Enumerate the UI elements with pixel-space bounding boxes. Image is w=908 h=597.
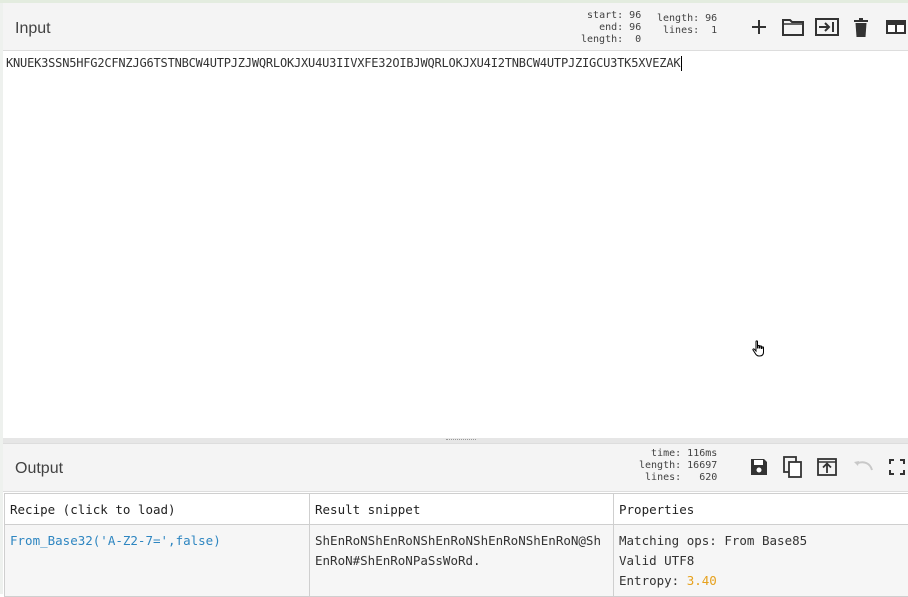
layout-icon: [885, 19, 907, 35]
entropy-label: Entropy:: [619, 573, 687, 588]
input-text[interactable]: KNUEK3SSN5HFG2CFNZJG6TSTNBCW4UTPJZJWQRLO…: [6, 56, 901, 76]
input-title: Input: [15, 20, 51, 38]
column-header-snippet: Result snippet: [310, 494, 614, 525]
input-value: KNUEK3SSN5HFG2CFNZJG6TSTNBCW4UTPJZJWQRLO…: [6, 56, 680, 70]
result-snippet: ShEnRoNShEnRoNShEnRoNShEnRoNShEnRoN@ShEn…: [315, 533, 601, 568]
load-input-button[interactable]: [814, 14, 840, 40]
recipe-cell: From_Base32('A-Z2-7=',false): [5, 525, 310, 597]
reset-layout-button[interactable]: [883, 14, 908, 40]
trash-icon: [853, 18, 869, 37]
input-panel-header: Input start: 96 end: 96 length: 0 length…: [3, 3, 908, 51]
add-input-button[interactable]: [746, 14, 772, 40]
replace-input-button[interactable]: [814, 454, 840, 480]
table-header-row: Recipe (click to load) Result snippet Pr…: [5, 494, 908, 525]
properties-cell: Matching ops: From Base85 Valid UTF8 Ent…: [614, 525, 908, 597]
plus-icon: [751, 19, 767, 35]
output-panel-header: Output time: 116ms length: 16697 lines: …: [3, 443, 908, 492]
input-to-output-icon: [815, 18, 839, 36]
maximise-icon: [889, 459, 905, 475]
save-output-button[interactable]: [746, 454, 772, 480]
undo-button[interactable]: [850, 454, 876, 480]
table-row: From_Base32('A-Z2-7=',false) ShEnRoNShEn…: [5, 525, 908, 597]
column-header-properties: Properties: [614, 494, 908, 525]
mouse-cursor-hand-icon: [752, 340, 766, 362]
entropy-value: 3.40: [687, 573, 717, 588]
copy-output-button[interactable]: [780, 454, 806, 480]
valid-utf8: Valid UTF8: [619, 551, 908, 571]
column-header-recipe: Recipe (click to load): [5, 494, 310, 525]
magic-results-table: Recipe (click to load) Result snippet Pr…: [4, 493, 908, 597]
clear-input-button[interactable]: [848, 14, 874, 40]
recipe-link[interactable]: From_Base32('A-Z2-7=',false): [10, 533, 221, 548]
undo-icon: [852, 460, 874, 474]
output-title: Output: [15, 460, 63, 478]
matching-ops: Matching ops: From Base85: [619, 531, 908, 551]
snippet-cell: ShEnRoNShEnRoNShEnRoNShEnRoNShEnRoN@ShEn…: [310, 525, 614, 597]
copy-icon: [783, 456, 803, 478]
entropy-line: Entropy: 3.40: [619, 571, 908, 591]
text-caret: [681, 56, 682, 71]
output-stats: time: 116ms length: 16697 lines: 620: [639, 448, 717, 484]
maximise-output-button[interactable]: [884, 454, 908, 480]
folder-icon: [782, 18, 804, 36]
open-file-button[interactable]: [780, 14, 806, 40]
input-selection-stats: start: 96 end: 96 length: 0: [581, 10, 641, 46]
save-icon: [750, 458, 768, 476]
divider-grip-handle[interactable]: [446, 439, 476, 442]
input-textarea[interactable]: [3, 51, 908, 439]
input-length-stats: length: 96 lines: 1: [657, 13, 717, 37]
replace-input-icon: [817, 458, 837, 476]
